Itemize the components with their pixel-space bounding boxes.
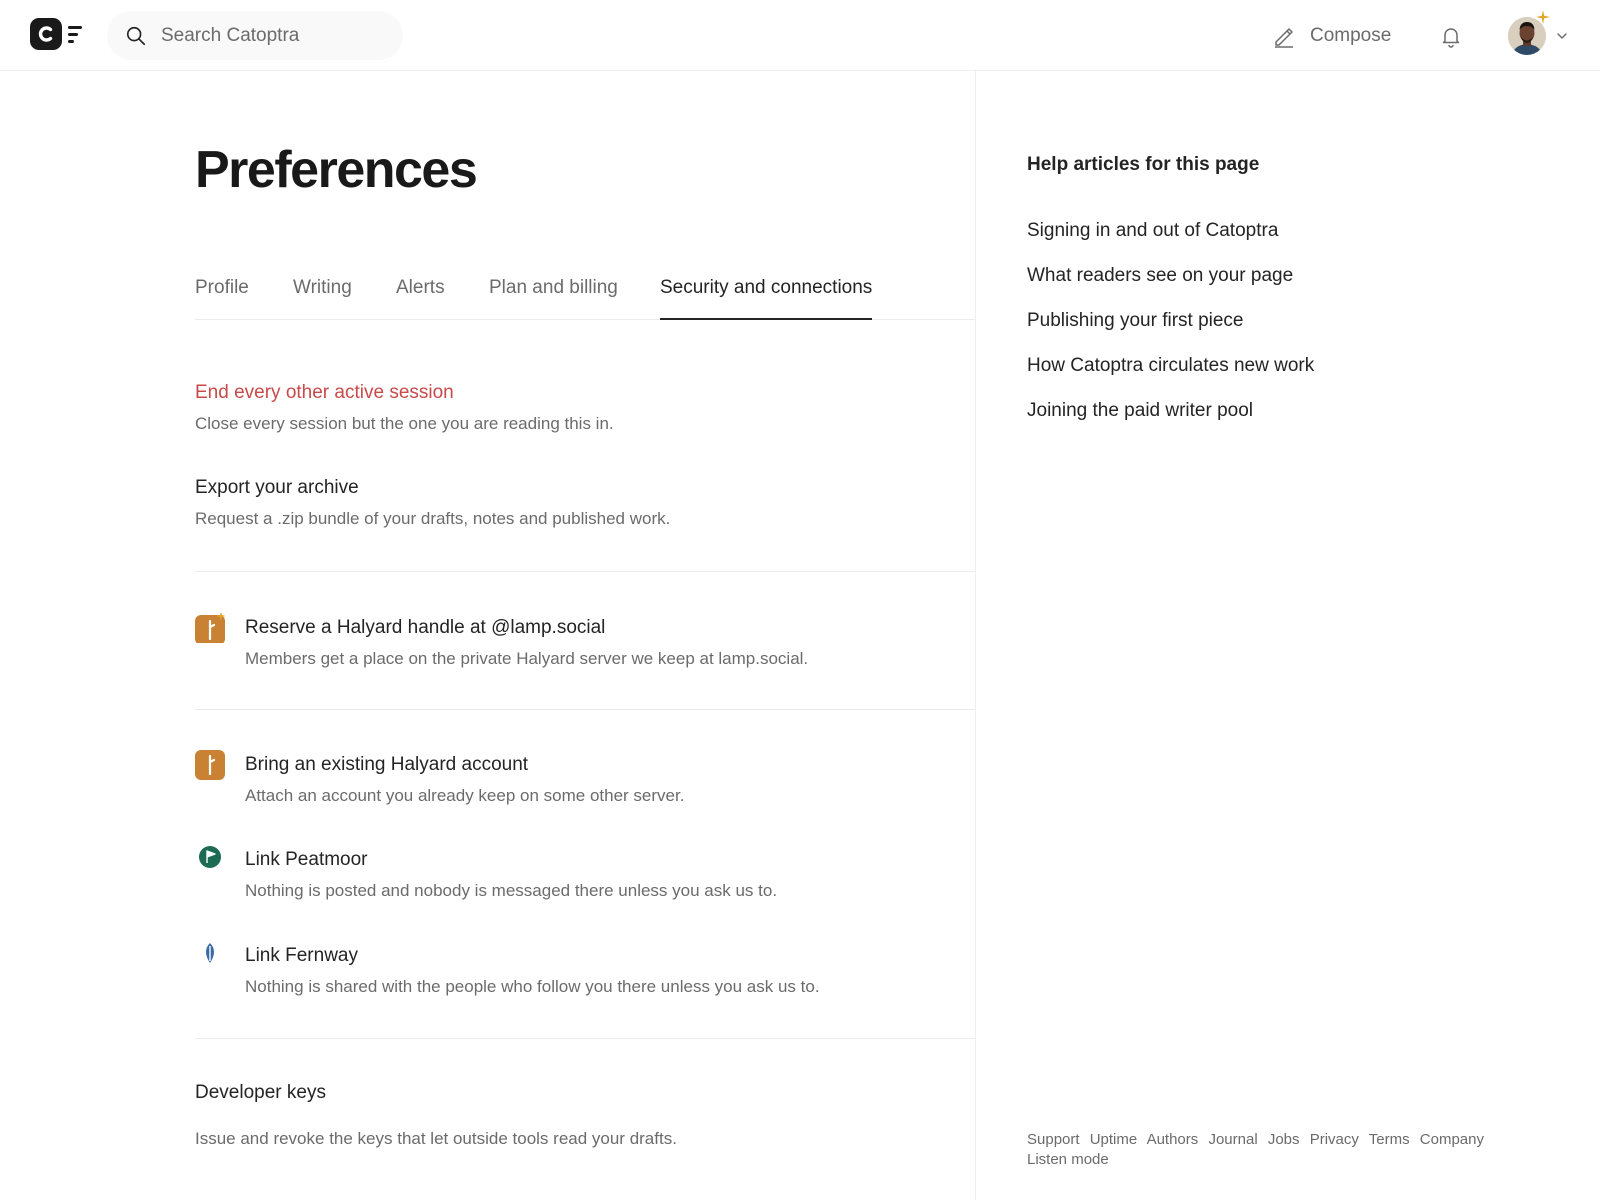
tab-plan-and-billing[interactable]: Plan and billing xyxy=(489,268,618,320)
tab-bar: Profile Writing Alerts Plan and billing … xyxy=(195,268,975,320)
help-articles-list: Signing in and out of Catoptra What read… xyxy=(1027,216,1314,441)
page-title: Preferences xyxy=(195,141,478,199)
export-archive-button[interactable]: Export your archive xyxy=(195,477,670,499)
catoptra-logo[interactable] xyxy=(30,18,86,50)
help-heading: Help articles for this page xyxy=(1027,154,1260,175)
fernway-title: Link Fernway xyxy=(245,945,358,966)
halyard-icon xyxy=(195,613,225,643)
help-article-link[interactable]: What readers see on your page xyxy=(1027,261,1314,306)
column-divider xyxy=(975,71,976,1200)
end-sessions-button[interactable]: End every other active session xyxy=(195,382,614,404)
tab-writing[interactable]: Writing xyxy=(293,268,352,320)
peatmoor-icon xyxy=(199,846,221,868)
search-input[interactable] xyxy=(161,24,381,47)
help-article-link[interactable]: How Catoptra circulates new work xyxy=(1027,351,1314,396)
logo-lines xyxy=(68,25,82,43)
footer-link-authors[interactable]: Authors xyxy=(1147,1131,1199,1148)
search-icon xyxy=(126,26,146,45)
footer-links: Support Uptime Authors Journal Jobs Priv… xyxy=(1027,1130,1507,1170)
existing-halyard-description: Attach an account you already keep on so… xyxy=(245,786,685,805)
compose-button[interactable]: Compose xyxy=(1272,18,1391,54)
search-bar[interactable] xyxy=(107,11,403,60)
footer-link-privacy[interactable]: Privacy xyxy=(1310,1131,1359,1148)
top-bar: Compose xyxy=(0,0,1600,71)
peatmoor-title: Link Peatmoor xyxy=(245,849,368,870)
footer-link-support[interactable]: Support xyxy=(1027,1131,1080,1148)
help-article-link[interactable]: Joining the paid writer pool xyxy=(1027,396,1314,441)
logo-mark xyxy=(30,18,62,50)
developer-keys-description: Issue and revoke the keys that let outsi… xyxy=(195,1129,677,1148)
reserve-halyard-description: Members get a place on the private Halya… xyxy=(245,649,809,668)
section-divider xyxy=(195,709,975,710)
tab-security-and-connections[interactable]: Security and connections xyxy=(660,268,873,320)
chevron-down-icon xyxy=(1557,33,1567,39)
sparkle-icon xyxy=(1536,10,1550,24)
export-archive-section: Export your archive Request a .zip bundl… xyxy=(195,477,670,529)
tab-alerts[interactable]: Alerts xyxy=(396,268,445,320)
section-divider xyxy=(195,571,975,572)
developer-keys-section: Developer keys Issue and revoke the keys… xyxy=(195,1082,677,1149)
fernway-description: Nothing is shared with the people who fo… xyxy=(245,977,820,996)
section-divider xyxy=(195,1038,975,1039)
end-sessions-description: Close every session but the one you are … xyxy=(195,414,614,433)
end-sessions-section: End every other active session Close eve… xyxy=(195,382,614,434)
footer-link-jobs[interactable]: Jobs xyxy=(1268,1131,1300,1148)
reserve-halyard-title: Reserve a Halyard handle at @lamp.social xyxy=(245,617,606,638)
footer-link-company[interactable]: Company xyxy=(1420,1131,1484,1148)
help-article-link[interactable]: Publishing your first piece xyxy=(1027,306,1314,351)
footer-link-listen-mode[interactable]: Listen mode xyxy=(1027,1151,1109,1168)
bell-icon[interactable] xyxy=(1439,24,1463,48)
peatmoor-description: Nothing is posted and nobody is messaged… xyxy=(245,881,778,900)
help-article-link[interactable]: Signing in and out of Catoptra xyxy=(1027,216,1314,261)
compose-label: Compose xyxy=(1310,25,1392,46)
footer-link-journal[interactable]: Journal xyxy=(1208,1131,1257,1148)
footer-link-terms[interactable]: Terms xyxy=(1369,1131,1410,1148)
fernway-icon xyxy=(206,943,214,963)
pencil-icon xyxy=(1275,28,1293,48)
halyard-icon xyxy=(195,750,225,780)
logo-c-glyph xyxy=(38,26,53,42)
tab-profile[interactable]: Profile xyxy=(195,268,249,320)
footer-link-uptime[interactable]: Uptime xyxy=(1090,1131,1138,1148)
export-archive-description: Request a .zip bundle of your drafts, no… xyxy=(195,509,671,528)
developer-keys-button[interactable]: Developer keys xyxy=(195,1082,677,1104)
existing-halyard-title: Bring an existing Halyard account xyxy=(245,754,529,775)
